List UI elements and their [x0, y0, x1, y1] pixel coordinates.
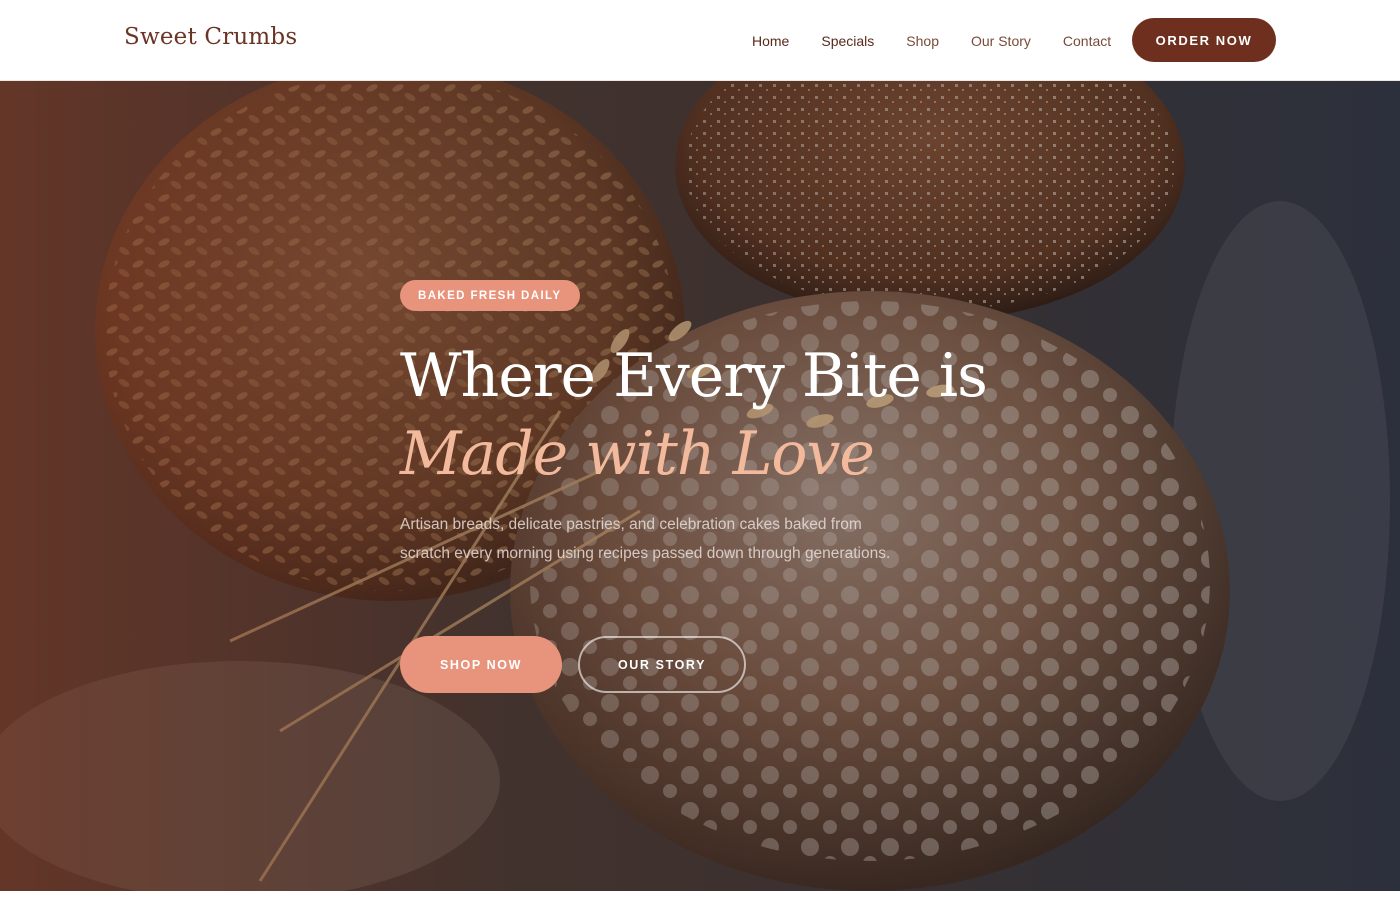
- headline-line-2: Made with Love: [400, 419, 875, 489]
- headline-line-1: Where Every Bite is: [400, 341, 988, 411]
- our-story-button[interactable]: OUR STORY: [578, 636, 746, 693]
- nav-specials[interactable]: Specials: [821, 33, 874, 49]
- fresh-daily-badge: BAKED FRESH DAILY: [400, 280, 580, 311]
- nav-shop[interactable]: Shop: [906, 33, 939, 49]
- hero-headline: Where Every Bite is Made with Love: [400, 337, 1020, 493]
- nav-contact[interactable]: Contact: [1063, 33, 1111, 49]
- nav-our-story[interactable]: Our Story: [971, 33, 1031, 49]
- site-header: Sweet Crumbs Home Specials Shop Our Stor…: [0, 0, 1400, 81]
- hero-section: BAKED FRESH DAILY Where Every Bite is Ma…: [0, 81, 1400, 891]
- site-logo[interactable]: Sweet Crumbs: [124, 24, 297, 50]
- order-now-button[interactable]: ORDER NOW: [1132, 18, 1276, 62]
- hero-content: BAKED FRESH DAILY Where Every Bite is Ma…: [400, 81, 1000, 891]
- shop-now-button[interactable]: SHOP NOW: [400, 636, 562, 693]
- nav-home[interactable]: Home: [752, 33, 789, 49]
- hero-description: Artisan breads, delicate pastries, and c…: [400, 516, 891, 562]
- main-nav: Home Specials Shop Our Story Contact: [752, 0, 1143, 81]
